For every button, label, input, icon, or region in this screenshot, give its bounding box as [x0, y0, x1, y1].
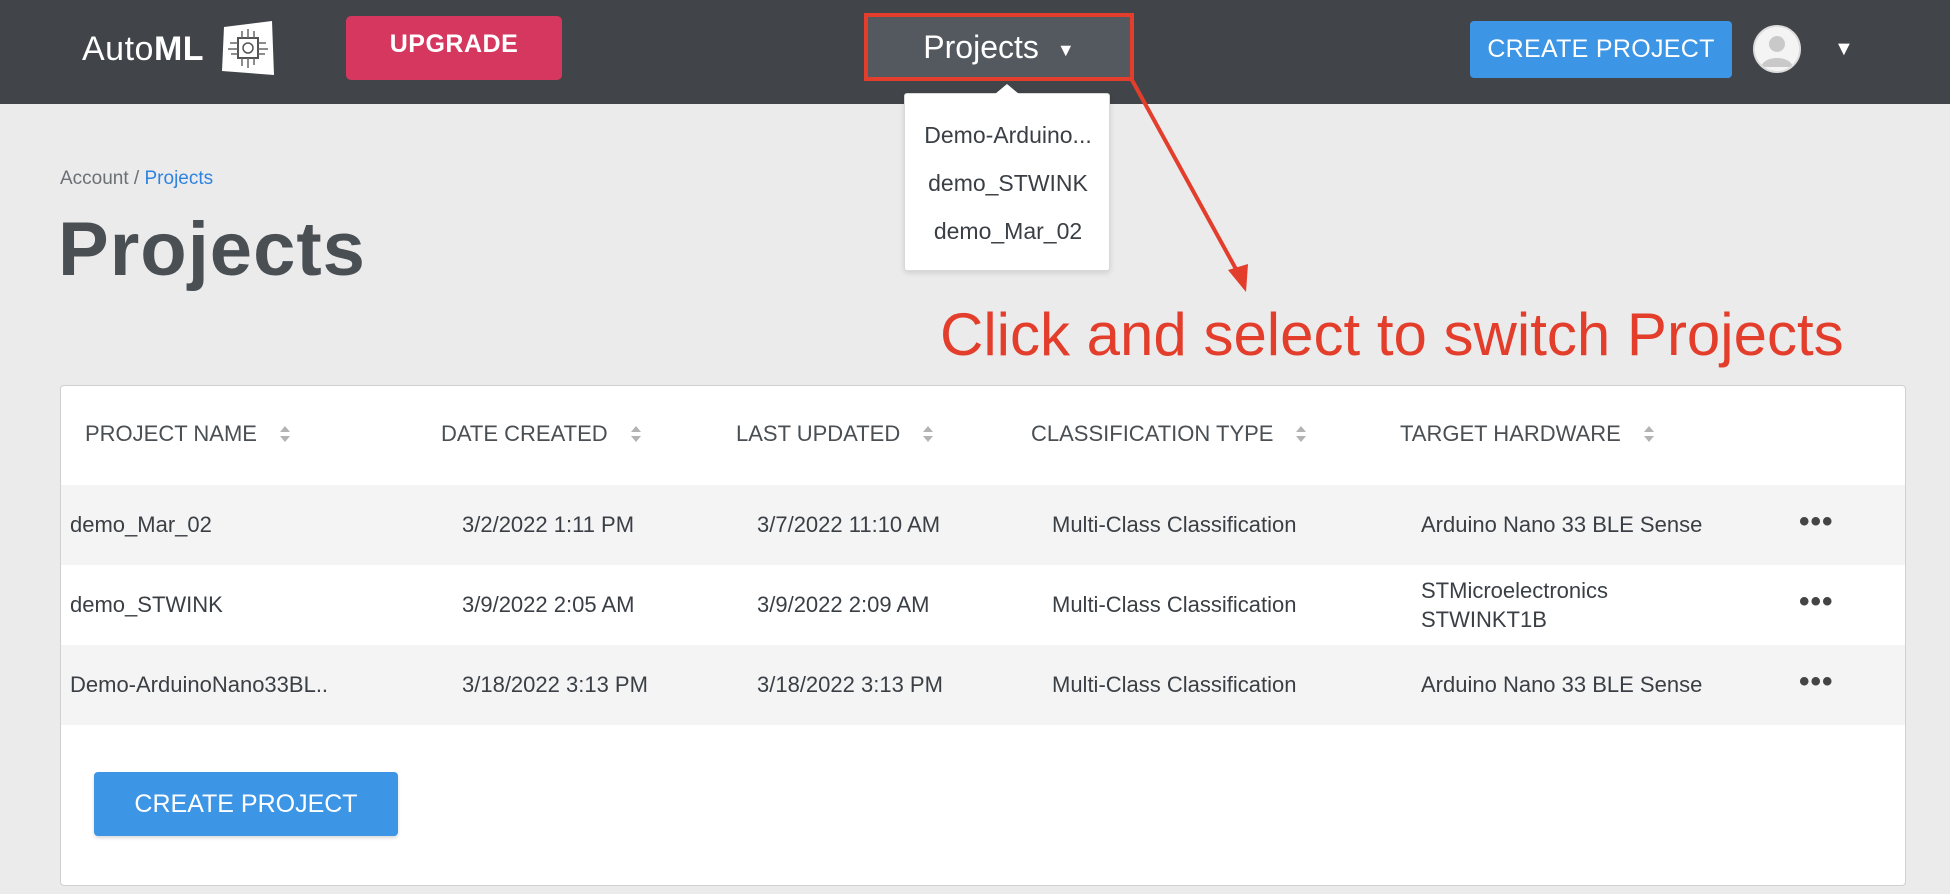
automl-logo[interactable]: AutoML: [82, 18, 278, 80]
annotation-arrow: [1130, 79, 1248, 292]
cell-classification-type: Multi-Class Classification: [1052, 512, 1297, 537]
chip-logo-icon: [222, 21, 275, 75]
more-horizontal-icon[interactable]: •••: [1799, 585, 1834, 619]
sort-icon[interactable]: [922, 423, 934, 445]
cell-target-hardware: Arduino Nano 33 BLE Sense: [1421, 512, 1703, 537]
caret-down-icon: ▼: [1056, 39, 1075, 60]
cell-project-name[interactable]: demo_Mar_02: [70, 510, 212, 539]
column-header-label: PROJECT NAME: [85, 421, 257, 446]
dropdown-item-project[interactable]: Demo-Arduino...: [905, 122, 1111, 149]
sort-icon[interactable]: [279, 423, 291, 445]
breadcrumb-separator: /: [128, 168, 145, 189]
cell-project-name[interactable]: Demo-ArduinoNano33BL..: [70, 670, 328, 699]
column-header-project-name[interactable]: PROJECT NAME: [85, 421, 291, 447]
column-header-classification-type[interactable]: CLASSIFICATION TYPE: [1031, 421, 1307, 447]
cell-date-created: 3/9/2022 2:05 AM: [462, 592, 635, 617]
breadcrumb-projects[interactable]: Projects: [145, 168, 214, 189]
cell-target-hardware: Arduino Nano 33 BLE Sense: [1421, 672, 1703, 697]
annotation-text: Click and select to switch Projects: [940, 301, 1844, 368]
cell-classification-type: Multi-Class Classification: [1052, 672, 1297, 697]
cell-project-name[interactable]: demo_STWINK: [70, 590, 223, 619]
column-header-label: CLASSIFICATION TYPE: [1031, 421, 1274, 446]
column-header-last-updated[interactable]: LAST UPDATED: [736, 421, 934, 447]
more-horizontal-icon[interactable]: •••: [1799, 665, 1834, 699]
table-row[interactable]: Demo-ArduinoNano33BL.. 3/18/2022 3:13 PM…: [61, 645, 1905, 725]
column-header-label: TARGET HARDWARE: [1400, 421, 1621, 446]
column-header-target-hardware[interactable]: TARGET HARDWARE: [1400, 421, 1655, 447]
more-horizontal-icon[interactable]: •••: [1799, 505, 1834, 539]
user-menu-caret-icon[interactable]: ▼: [1834, 38, 1854, 61]
cell-date-created: 3/2/2022 1:11 PM: [462, 512, 635, 537]
cell-target-hardware: STMicroelectronics STWINKT1B: [1421, 578, 1609, 632]
sort-icon[interactable]: [1295, 423, 1307, 445]
cell-last-updated: 3/18/2022 3:13 PM: [757, 672, 943, 697]
project-switcher-dropdown[interactable]: Projects ▼: [864, 13, 1134, 81]
dropdown-item-project[interactable]: demo_Mar_02: [905, 218, 1111, 245]
projects-table-card: PROJECT NAME DATE CREATED LAST UPDATED C…: [60, 385, 1906, 886]
upgrade-button[interactable]: UPGRADE: [346, 16, 562, 80]
create-project-button-header[interactable]: CREATE PROJECT: [1470, 21, 1732, 78]
logo-text: AutoML: [82, 29, 205, 68]
column-header-date-created[interactable]: DATE CREATED: [441, 421, 642, 447]
cell-last-updated: 3/7/2022 11:10 AM: [757, 512, 941, 537]
breadcrumb: Account / Projects: [60, 168, 213, 190]
user-avatar-icon[interactable]: [1753, 25, 1801, 73]
column-header-label: LAST UPDATED: [736, 421, 901, 446]
table-row[interactable]: demo_STWINK 3/9/2022 2:05 AM 3/9/2022 2:…: [61, 565, 1905, 645]
sort-icon[interactable]: [1643, 423, 1655, 445]
create-project-button[interactable]: CREATE PROJECT: [94, 772, 398, 836]
cell-last-updated: 3/9/2022 2:09 AM: [757, 592, 930, 617]
table-row[interactable]: demo_Mar_02 3/2/2022 1:11 PM 3/7/2022 11…: [61, 485, 1905, 565]
cell-classification-type: Multi-Class Classification: [1052, 592, 1297, 617]
page-title: Projects: [58, 207, 366, 292]
project-switcher-label: Projects: [923, 28, 1039, 65]
breadcrumb-account[interactable]: Account: [60, 168, 129, 189]
column-header-label: DATE CREATED: [441, 421, 608, 446]
dropdown-item-project[interactable]: demo_STWINK: [905, 170, 1111, 197]
project-dropdown-menu: Demo-Arduino... demo_STWINK demo_Mar_02: [904, 84, 1111, 271]
sort-icon[interactable]: [630, 423, 642, 445]
top-navigation-bar: AutoML UPGRADE Projects ▼ CREATE PROJECT…: [0, 0, 1950, 104]
cell-date-created: 3/18/2022 3:13 PM: [462, 672, 648, 697]
